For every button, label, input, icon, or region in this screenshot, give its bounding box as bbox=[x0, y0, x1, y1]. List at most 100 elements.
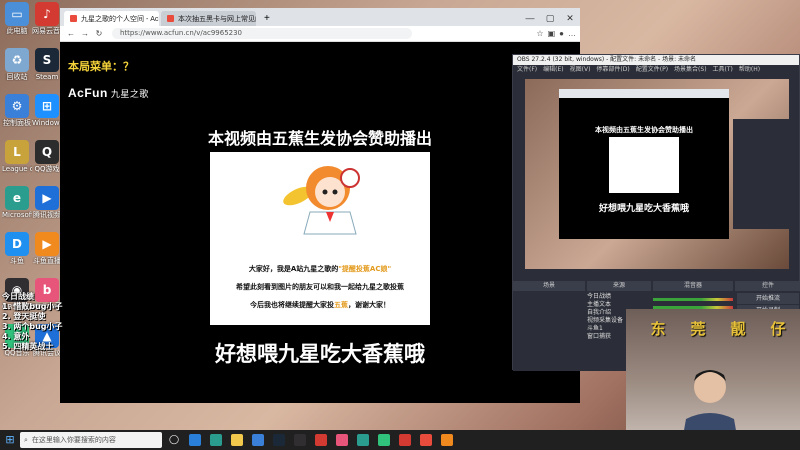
taskbar-app-icon[interactable] bbox=[228, 431, 246, 449]
obs-preview[interactable]: 本视频由五蕉生发协会赞助播出 好想喂九星吃大香蕉哦 bbox=[525, 79, 789, 269]
preview-ad-card bbox=[609, 137, 679, 193]
obs-menu-item[interactable]: 停靠部件(D) bbox=[596, 65, 629, 75]
overlay-char: 仔 bbox=[770, 320, 786, 338]
preview-sponsor-line: 本视频由五蕉生发协会赞助播出 bbox=[595, 126, 693, 134]
desktop-icon-label: 此电脑 bbox=[6, 27, 28, 35]
logo-subtitle: 九星之歌 bbox=[110, 89, 149, 99]
desktop-icon[interactable]: S Steam bbox=[32, 48, 62, 81]
taskbar-app-icon[interactable] bbox=[375, 431, 393, 449]
overlay-list-item: 今日战绩 bbox=[2, 292, 34, 301]
audio-meter bbox=[653, 298, 733, 301]
taskbar-app-icon[interactable] bbox=[417, 431, 435, 449]
taskbar-search[interactable]: ⌕ 在这里输入你要搜索的内容 bbox=[20, 432, 162, 448]
ad-line-1: 大家好，我是A站九星之歌的"提醒投蕉AC娘" bbox=[210, 264, 430, 274]
start-icon[interactable]: ⊞ bbox=[0, 430, 20, 450]
browser-tab-1[interactable]: 九星之歌的个人空间 - AcFun弹幕视频网 bbox=[64, 11, 159, 26]
obs-menu-item[interactable]: 文件(F) bbox=[517, 65, 537, 75]
dock-mixer-header: 混音器 bbox=[653, 281, 733, 291]
desktop-icon[interactable]: ⚙ 控制面板 bbox=[2, 94, 32, 127]
desktop-icon[interactable]: ♪网易云音乐 bbox=[32, 2, 62, 35]
taskbar-search-placeholder: 在这里输入你要搜索的内容 bbox=[31, 436, 116, 444]
taskbar-app-icon[interactable] bbox=[270, 431, 288, 449]
task-view-icon[interactable]: ◯ bbox=[165, 431, 183, 449]
taskbar: ⊞ ⌕ 在这里输入你要搜索的内容 ◯ bbox=[0, 430, 800, 450]
ad-line-1-highlight: "提醒投蕉AC娘" bbox=[338, 265, 392, 273]
desktop-icon[interactable]: Q QQ游戏 bbox=[32, 140, 62, 173]
overlay-list-item: 1. 惜败bug小子 bbox=[2, 302, 63, 311]
overlay-char: 东 bbox=[650, 320, 666, 338]
overlay-list-item: 3. 两个bug小子 bbox=[2, 322, 63, 331]
taskbar-app-icon[interactable] bbox=[438, 431, 456, 449]
desktop-icon-label: Windows bbox=[32, 119, 62, 127]
preview-nested-obs bbox=[733, 119, 789, 229]
source-item[interactable]: 今日战绩 bbox=[587, 293, 647, 301]
browser-tab-2[interactable]: 本次抽五黑卡与网上常见的斗地主 bbox=[161, 11, 256, 26]
tab-title: 本次抽五黑卡与网上常见的斗地主 bbox=[178, 15, 256, 23]
browser-tab-strip: 九星之歌的个人空间 - AcFun弹幕视频网 本次抽五黑卡与网上常见的斗地主 +… bbox=[60, 8, 580, 26]
obs-control-button[interactable]: 开始推流 bbox=[737, 293, 799, 304]
collections-icon[interactable]: ▣ bbox=[548, 29, 556, 38]
acfun-logo: AcFun 九星之歌 bbox=[68, 86, 149, 100]
overlay-char: 莞 bbox=[690, 320, 706, 338]
obs-menu-item[interactable]: 配置文件(P) bbox=[636, 65, 668, 75]
desktop-icon[interactable]: ▶ 斗鱼直播 bbox=[32, 232, 62, 265]
webcam-feed: 东 莞 靓 仔 bbox=[626, 309, 800, 450]
control-panel-icon: ⚙ bbox=[5, 94, 29, 118]
desktop-icon[interactable]: ▶ 腾讯视频 bbox=[32, 186, 62, 219]
obs-title-bar: OBS 27.2.4 (32 bit, windows) - 配置文件: 未命名… bbox=[513, 55, 799, 65]
ad-line-1-text: 大家好，我是A站九星之歌的 bbox=[248, 265, 339, 273]
ad-line-3-highlight: 五蕉 bbox=[334, 301, 348, 309]
obs-menu-item[interactable]: 帮助(H) bbox=[739, 65, 760, 75]
desktop-icon-label: QQ游戏 bbox=[34, 165, 60, 173]
lol-icon: L bbox=[5, 140, 29, 164]
overlay-char: 靓 bbox=[730, 320, 746, 338]
desktop-icon-label: 斗鱼直播 bbox=[33, 257, 61, 265]
more-icon[interactable]: … bbox=[568, 29, 576, 38]
logo-text: AcFun bbox=[68, 86, 108, 100]
overlay-list-item: 4. 意外 bbox=[2, 332, 30, 341]
dock-scenes-header: 场景 bbox=[513, 281, 585, 291]
profile-icon[interactable]: ● bbox=[559, 29, 564, 38]
desktop-icon[interactable]: D 斗鱼 bbox=[2, 232, 32, 265]
taskbar-app-icon[interactable] bbox=[354, 431, 372, 449]
desktop-icon[interactable]: ♻ 回收站 bbox=[2, 48, 32, 81]
ad-card: 大家好，我是A站九星之歌的"提醒投蕉AC娘" 希望此刻看到图片的朋友可以和我一起… bbox=[210, 152, 430, 325]
computer-icon: ▭ bbox=[5, 2, 29, 26]
desktop-icon[interactable]: eMicrosoft Edge bbox=[2, 186, 32, 219]
refresh-icon[interactable]: ↻ bbox=[92, 29, 106, 38]
overlay-list-item: 2. 登天挺使 bbox=[2, 312, 46, 321]
taskbar-app-icon[interactable] bbox=[396, 431, 414, 449]
desktop-icon[interactable]: LLeague of Legends bbox=[2, 140, 32, 173]
taskbar-app-icon[interactable] bbox=[312, 431, 330, 449]
source-item[interactable]: 主播文本 bbox=[587, 301, 647, 309]
obs-menu-item[interactable]: 编辑(E) bbox=[543, 65, 563, 75]
desktop-icon[interactable]: ▭ 此电脑 bbox=[2, 2, 32, 35]
forward-icon[interactable]: → bbox=[78, 29, 92, 38]
desktop-icon-label: 斗鱼 bbox=[10, 257, 24, 265]
favorites-star-icon[interactable]: ☆ bbox=[536, 29, 543, 38]
minimize-icon[interactable]: — bbox=[520, 11, 540, 26]
back-icon[interactable]: ← bbox=[64, 29, 78, 38]
obs-menu-bar: 文件(F) 编辑(E) 视图(V) 停靠部件(D) 配置文件(P) 场景集合(S) 工具(T… bbox=[513, 65, 799, 75]
obs-menu-item[interactable]: 场景集合(S) bbox=[674, 65, 707, 75]
taskbar-app-icon[interactable] bbox=[333, 431, 351, 449]
address-bar[interactable]: https://www.acfun.cn/v/ac9965230 bbox=[112, 28, 412, 39]
edge-icon: e bbox=[5, 186, 29, 210]
taskbar-app-icon[interactable] bbox=[291, 431, 309, 449]
taskbar-app-icon[interactable] bbox=[207, 431, 225, 449]
taskbar-app-icon[interactable] bbox=[249, 431, 267, 449]
desktop-icon[interactable]: ⊞ Windows bbox=[32, 94, 62, 127]
taskbar-app-icon[interactable] bbox=[186, 431, 204, 449]
new-tab-button[interactable]: + bbox=[258, 11, 276, 26]
recycle-bin-icon: ♻ bbox=[5, 48, 29, 72]
desktop-icon-label: League of Legends bbox=[2, 165, 32, 173]
browser-window: 九星之歌的个人空间 - AcFun弹幕视频网 本次抽五黑卡与网上常见的斗地主 +… bbox=[60, 8, 580, 403]
obs-menu-item[interactable]: 工具(T) bbox=[713, 65, 733, 75]
toolbar-actions: ☆ ▣ ● … bbox=[536, 29, 576, 38]
acfun-favicon-icon bbox=[167, 15, 174, 22]
maximize-icon[interactable]: ▢ bbox=[540, 11, 560, 26]
close-icon[interactable]: ✕ bbox=[560, 11, 580, 26]
obs-menu-item[interactable]: 视图(V) bbox=[570, 65, 591, 75]
ad-line-2: 希望此刻看到图片的朋友可以和我一起给九星之歌投蕉 bbox=[236, 283, 404, 291]
desktop-icon-label: 回收站 bbox=[6, 73, 28, 81]
